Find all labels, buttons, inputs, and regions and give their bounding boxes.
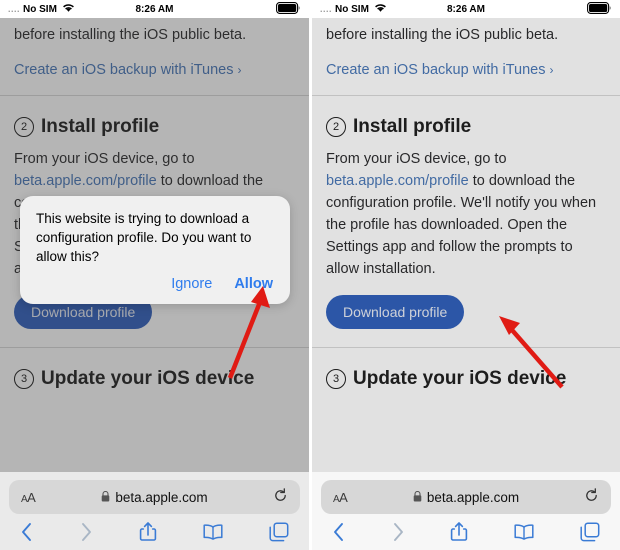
intro-section: before installing the iOS public beta. C… bbox=[0, 18, 309, 95]
signal-dots-icon: .... bbox=[320, 4, 333, 14]
chevron-right-icon: › bbox=[549, 63, 554, 77]
alert-message: This website is trying to download a con… bbox=[36, 211, 252, 264]
step-3-section-2: 3 Update your iOS device bbox=[312, 348, 620, 410]
step-3-heading: 3 Update your iOS device bbox=[14, 368, 295, 390]
comparison-screenshots: .... No SIM 8:26 AM before installing th… bbox=[0, 0, 620, 550]
battery-full-icon bbox=[587, 1, 612, 17]
allow-button[interactable]: Allow bbox=[234, 276, 273, 292]
right-phone-screenshot: .... No SIM 8:26 AM before installing th… bbox=[312, 0, 620, 550]
step-3-section: 3 Update your iOS device bbox=[0, 348, 309, 410]
alert-actions: Ignore Allow bbox=[20, 270, 290, 304]
lock-icon bbox=[413, 490, 422, 505]
back-chevron-icon[interactable] bbox=[20, 522, 34, 542]
step-3-title: Update your iOS device bbox=[353, 368, 567, 389]
url-text: beta.apple.com bbox=[115, 489, 208, 505]
step-3-number-badge: 3 bbox=[14, 369, 34, 389]
url-text: beta.apple.com bbox=[426, 489, 520, 505]
intro-section-2: before installing the iOS public beta. C… bbox=[312, 18, 620, 95]
panel-gap bbox=[309, 0, 312, 550]
itunes-backup-link[interactable]: Create an iOS backup with iTunes › bbox=[14, 59, 295, 81]
step-3-number-badge: 3 bbox=[326, 369, 346, 389]
wifi-icon bbox=[374, 3, 387, 16]
browser-bottom-bar: AA beta.apple.com bbox=[0, 472, 309, 550]
left-phone-screenshot: .... No SIM 8:26 AM before installing th… bbox=[0, 0, 309, 550]
download-profile-button[interactable]: Download profile bbox=[326, 295, 465, 329]
signal-dots-icon: .... bbox=[8, 4, 21, 14]
beta-profile-link[interactable]: beta.apple.com/profile bbox=[326, 173, 469, 189]
text-size-button[interactable]: AA bbox=[21, 490, 36, 505]
intro-paragraph: before installing the iOS public beta. bbox=[14, 27, 247, 43]
step-3-heading: 3 Update your iOS device bbox=[326, 368, 606, 390]
browser-toolbar bbox=[0, 514, 309, 542]
status-bar-left-2: .... No SIM bbox=[320, 3, 466, 16]
intro-paragraph: before installing the iOS public beta. bbox=[326, 27, 559, 43]
step-3-title: Update your iOS device bbox=[41, 368, 255, 389]
status-bar: .... No SIM 8:26 AM bbox=[0, 0, 309, 18]
step-2-title: Install profile bbox=[41, 116, 160, 137]
browser-toolbar-2 bbox=[312, 514, 620, 542]
battery-full-icon bbox=[276, 1, 301, 17]
step-2-paragraph-prefix: From your iOS device, go to bbox=[14, 151, 195, 167]
text-size-button[interactable]: AA bbox=[333, 490, 348, 505]
status-bar-right-screen: .... No SIM 8:26 AM bbox=[312, 0, 620, 18]
book-icon[interactable] bbox=[202, 523, 224, 541]
address-bar[interactable]: AA beta.apple.com bbox=[9, 480, 300, 514]
ignore-button[interactable]: Ignore bbox=[171, 276, 212, 292]
step-2-heading: 2 Install profile bbox=[14, 116, 295, 138]
status-bar-left: .... No SIM bbox=[8, 3, 155, 16]
tabs-icon[interactable] bbox=[580, 521, 600, 542]
browser-bottom-bar-2: AA beta.apple.com bbox=[312, 472, 620, 550]
book-icon[interactable] bbox=[513, 523, 535, 541]
status-bar-right-2 bbox=[466, 1, 612, 17]
lock-icon bbox=[101, 490, 110, 505]
status-bar-right bbox=[155, 1, 302, 17]
step-2-paragraph: From your iOS device, go to beta.apple.c… bbox=[326, 148, 606, 280]
step-2-paragraph-prefix: From your iOS device, go to bbox=[326, 151, 507, 167]
address-bar-2[interactable]: AA beta.apple.com bbox=[321, 480, 611, 514]
beta-profile-link[interactable]: beta.apple.com/profile bbox=[14, 173, 157, 189]
step-2-number-badge: 2 bbox=[14, 117, 34, 137]
step-2-title: Install profile bbox=[353, 116, 472, 137]
address-bar-center-2: beta.apple.com bbox=[321, 490, 611, 505]
itunes-backup-link-label: Create an iOS backup with iTunes bbox=[14, 62, 234, 78]
wifi-icon bbox=[62, 3, 75, 16]
chevron-right-icon: › bbox=[237, 63, 242, 77]
back-chevron-icon[interactable] bbox=[332, 522, 346, 542]
web-page-content-2: before installing the iOS public beta. C… bbox=[312, 18, 620, 472]
step-2-section-2: 2 Install profile From your iOS device, … bbox=[312, 96, 620, 347]
carrier-label: No SIM bbox=[23, 3, 57, 15]
download-profile-alert: This website is trying to download a con… bbox=[20, 196, 290, 304]
tabs-icon[interactable] bbox=[269, 521, 289, 542]
address-bar-center: beta.apple.com bbox=[9, 490, 300, 505]
share-icon[interactable] bbox=[450, 521, 468, 542]
reload-icon[interactable] bbox=[273, 488, 288, 506]
forward-chevron-icon bbox=[391, 522, 405, 542]
share-icon[interactable] bbox=[139, 521, 157, 542]
forward-chevron-icon bbox=[79, 522, 93, 542]
reload-icon[interactable] bbox=[584, 488, 599, 506]
step-2-heading: 2 Install profile bbox=[326, 116, 606, 138]
carrier-label: No SIM bbox=[335, 3, 369, 15]
itunes-backup-link[interactable]: Create an iOS backup with iTunes › bbox=[326, 59, 606, 81]
itunes-backup-link-label: Create an iOS backup with iTunes bbox=[326, 62, 546, 78]
step-2-number-badge: 2 bbox=[326, 117, 346, 137]
